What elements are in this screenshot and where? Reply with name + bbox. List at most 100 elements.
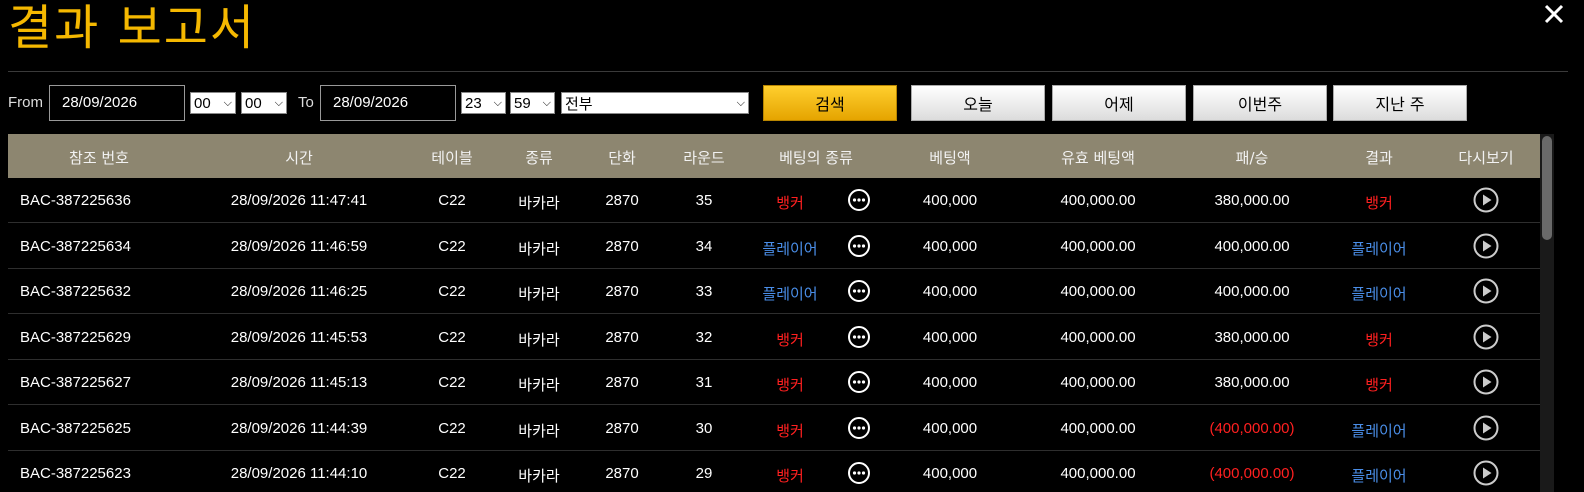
play-icon	[1473, 278, 1499, 304]
shoe-number: 2870	[605, 419, 639, 437]
bet-detail-button[interactable]	[847, 234, 871, 258]
bet-amount: 400,000	[922, 192, 978, 209]
ref-number: BAC-387225632	[20, 283, 131, 300]
table-code: C22	[438, 465, 466, 482]
bet-time: 28/09/2026 11:47:41	[230, 192, 368, 209]
bet-type: 뱅커	[776, 377, 804, 394]
more-dots-icon	[848, 462, 870, 484]
table-row: BAC-387225636 28/09/2026 11:47:41 C22 바카…	[8, 178, 1540, 223]
chevron-down-icon: ⌵	[736, 96, 745, 109]
col-win-loss: 패/승	[1235, 149, 1269, 167]
bet-amount: 400,000	[922, 419, 978, 437]
scrollbar-thumb[interactable]	[1542, 136, 1552, 240]
bet-type: 뱅커	[776, 331, 804, 349]
bet-amount: 400,000	[922, 465, 978, 482]
result: 플레이어	[1351, 422, 1407, 440]
game-type: 바카라	[518, 331, 560, 349]
replay-button[interactable]	[1473, 460, 1499, 486]
bet-type: 뱅커	[776, 422, 804, 440]
col-table: 테이블	[431, 149, 473, 167]
to-label: To	[298, 94, 314, 111]
chevron-down-icon: ⌵	[274, 96, 283, 109]
bet-detail-button[interactable]	[847, 325, 871, 349]
table-row: BAC-387225632 28/09/2026 11:46:25 C22 바카…	[8, 269, 1540, 314]
table-code: C22	[438, 237, 466, 255]
result: 플레이어	[1351, 286, 1407, 303]
shoe-number: 2870	[605, 465, 639, 482]
bet-detail-button[interactable]	[847, 188, 871, 212]
from-date-input[interactable]: 28/09/2026	[49, 85, 185, 121]
bet-type: 뱅커	[776, 195, 804, 212]
this-week-button[interactable]: 이번주	[1193, 85, 1327, 121]
play-icon	[1473, 369, 1499, 395]
today-button[interactable]: 오늘	[911, 85, 1045, 121]
ref-number: BAC-387225636	[20, 192, 131, 209]
replay-button[interactable]	[1473, 324, 1499, 350]
to-hour-select[interactable]: 23 ⌵	[461, 92, 506, 114]
table-row: BAC-387225623 28/09/2026 11:44:10 C22 바카…	[8, 451, 1540, 492]
bet-detail-button[interactable]	[847, 370, 871, 394]
bet-time: 28/09/2026 11:46:25	[230, 283, 368, 300]
table-code: C22	[438, 283, 466, 300]
bet-time: 28/09/2026 11:45:13	[230, 374, 368, 391]
more-dots-icon	[848, 325, 870, 348]
replay-button[interactable]	[1473, 187, 1499, 213]
from-minute-select[interactable]: 00 ⌵	[241, 92, 287, 114]
replay-button[interactable]	[1473, 278, 1499, 304]
round-number: 29	[695, 465, 713, 482]
bet-detail-button[interactable]	[847, 461, 871, 485]
bet-amount: 400,000	[922, 328, 978, 346]
from-hour-value: 00	[194, 94, 211, 112]
table-code: C22	[438, 328, 466, 346]
from-hour-select[interactable]: 00 ⌵	[190, 92, 236, 114]
game-type: 바카라	[518, 195, 560, 212]
more-dots-icon	[848, 416, 870, 439]
header-divider	[8, 71, 1568, 72]
last-week-button[interactable]: 지난 주	[1333, 85, 1467, 121]
close-button[interactable]	[1540, 0, 1568, 28]
yesterday-button[interactable]: 어제	[1052, 85, 1186, 121]
replay-button[interactable]	[1473, 369, 1499, 395]
play-icon	[1473, 324, 1499, 349]
win-loss-amount: 380,000.00	[1214, 374, 1290, 391]
col-type: 종류	[525, 149, 553, 167]
result: 플레이어	[1351, 468, 1407, 485]
play-icon	[1473, 415, 1499, 440]
ref-number: BAC-387225625	[20, 419, 131, 437]
vertical-scrollbar[interactable]	[1540, 134, 1554, 492]
result: 뱅커	[1365, 331, 1393, 349]
col-round: 라운드	[683, 149, 725, 167]
to-date-input[interactable]: 28/09/2026	[320, 85, 456, 121]
replay-button[interactable]	[1473, 415, 1499, 441]
to-minute-select[interactable]: 59 ⌵	[510, 92, 555, 114]
more-dots-icon	[848, 371, 870, 393]
bet-type: 뱅커	[776, 468, 804, 485]
valid-bet-amount: 400,000.00	[1060, 374, 1136, 391]
result: 뱅커	[1365, 195, 1393, 212]
col-ref: 참조 번호	[69, 149, 129, 167]
results-table: 참조 번호 시간 테이블 종류 단화 라운드 베팅의 종류 베팅액 유효 베팅액…	[8, 134, 1540, 492]
game-type-select[interactable]: 전부 ⌵	[561, 92, 749, 114]
search-button[interactable]: 검색	[763, 85, 897, 121]
table-row: BAC-387225627 28/09/2026 11:45:13 C22 바카…	[8, 360, 1540, 405]
game-type: 바카라	[518, 422, 560, 440]
bet-detail-button[interactable]	[847, 416, 871, 440]
round-number: 30	[695, 419, 713, 437]
replay-button[interactable]	[1473, 233, 1499, 259]
bet-detail-button[interactable]	[847, 279, 871, 303]
to-hour-value: 23	[465, 94, 482, 112]
bet-type: 플레이어	[762, 286, 818, 303]
col-bet: 베팅액	[929, 149, 971, 167]
chevron-down-icon: ⌵	[542, 96, 551, 109]
bet-amount: 400,000	[922, 237, 978, 255]
result: 뱅커	[1365, 377, 1393, 394]
shoe-number: 2870	[605, 192, 639, 209]
play-icon	[1473, 187, 1499, 213]
valid-bet-amount: 400,000.00	[1060, 237, 1136, 255]
more-dots-icon	[848, 189, 870, 211]
col-result: 결과	[1365, 149, 1393, 167]
chevron-down-icon: ⌵	[223, 96, 232, 109]
table-code: C22	[438, 192, 466, 209]
col-valid-bet: 유효 베팅액	[1061, 149, 1135, 167]
win-loss-amount: 400,000.00	[1214, 283, 1290, 300]
